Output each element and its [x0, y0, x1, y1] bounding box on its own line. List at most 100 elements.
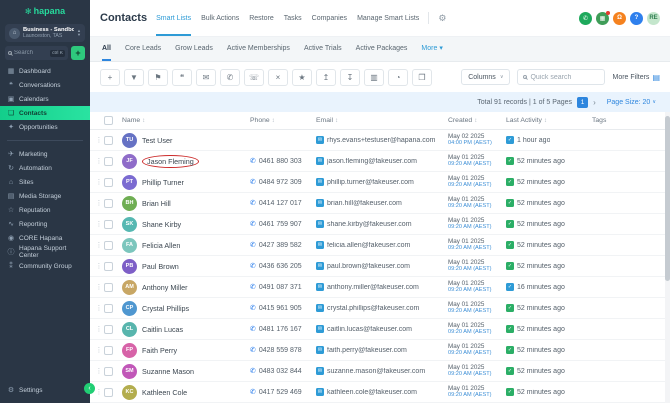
- row-menu-icon[interactable]: ⋮: [94, 199, 104, 207]
- row-checkbox[interactable]: [104, 367, 113, 376]
- tab-restore[interactable]: Restore: [249, 0, 274, 36]
- contact-phone[interactable]: ✆0461 759 907: [250, 220, 316, 228]
- table-row[interactable]: ⋮SKShane Kirby✆0461 759 907✉shane.kirby@…: [90, 214, 670, 235]
- contact-phone[interactable]: ✆0427 389 582: [250, 241, 316, 249]
- vertical-scrollbar[interactable]: [665, 112, 670, 403]
- help-icon[interactable]: ?: [630, 12, 643, 25]
- call-icon[interactable]: ✆: [579, 12, 592, 25]
- sidebar-item-reputation[interactable]: ☆Reputation: [0, 203, 90, 217]
- contact-name[interactable]: Anthony Miller: [142, 283, 188, 292]
- sidebar-item-settings[interactable]: ⚙ Settings: [0, 383, 90, 397]
- contact-phone[interactable]: ✆0491 087 371: [250, 283, 316, 291]
- sidebar-item-conversations[interactable]: ❝Conversations: [0, 78, 90, 92]
- megaphone-button[interactable]: ⚑: [148, 69, 168, 86]
- row-checkbox[interactable]: [104, 178, 113, 187]
- row-menu-icon[interactable]: ⋮: [94, 304, 104, 312]
- row-checkbox[interactable]: [104, 388, 113, 397]
- table-row[interactable]: ⋮FAFelicia Allen✆0427 389 582✉felicia.al…: [90, 235, 670, 256]
- contact-name[interactable]: Felicia Allen: [142, 241, 180, 250]
- contact-email[interactable]: ✉caitlin.lucas@fakeuser.com: [316, 325, 448, 333]
- column-header-phone[interactable]: Phone↕: [250, 117, 316, 124]
- column-header-last-activity[interactable]: Last Activity↕: [506, 117, 592, 124]
- filter-button[interactable]: ▼: [124, 69, 144, 86]
- contact-email[interactable]: ✉felicia.allen@fakeuser.com: [316, 241, 448, 249]
- subtab-core-leads[interactable]: Core Leads: [125, 37, 161, 61]
- call-add-button[interactable]: ✆: [220, 69, 240, 86]
- select-all-checkbox[interactable]: [104, 116, 113, 125]
- sidebar-item-reporting[interactable]: ∿Reporting: [0, 217, 90, 231]
- row-menu-icon[interactable]: ⋮: [94, 262, 104, 270]
- quick-search-box[interactable]: [517, 69, 605, 85]
- table-row[interactable]: ⋮SMSuzanne Mason✆0483 032 844✉suzanne.ma…: [90, 361, 670, 382]
- sort-icon[interactable]: ↕: [474, 118, 477, 124]
- contact-name[interactable]: Phillip Turner: [142, 178, 184, 187]
- search-input[interactable]: [14, 50, 48, 56]
- table-row[interactable]: ⋮BHBrian Hill✆0414 127 017✉brian.hill@fa…: [90, 193, 670, 214]
- tab-bulk-actions[interactable]: Bulk Actions: [201, 0, 239, 36]
- contact-name[interactable]: Faith Perry: [142, 346, 177, 355]
- column-header-tags[interactable]: Tags: [592, 117, 670, 124]
- tab-tasks[interactable]: Tasks: [284, 0, 302, 36]
- tab-companies[interactable]: Companies: [312, 0, 347, 36]
- sidebar-item-opportunities[interactable]: ✦Opportunities: [0, 120, 90, 134]
- row-checkbox[interactable]: [104, 325, 113, 334]
- business-apps-icon[interactable]: ▦: [596, 12, 609, 25]
- copy-button[interactable]: ❐: [412, 69, 432, 86]
- quick-search-input[interactable]: [530, 74, 599, 81]
- column-header-email[interactable]: Email↕: [316, 117, 448, 124]
- sidebar-item-dashboard[interactable]: ▦Dashboard: [0, 64, 90, 78]
- table-row[interactable]: ⋮PBPaul Brown✆0436 636 205✉paul.brown@fa…: [90, 256, 670, 277]
- call-remove-button[interactable]: ☏: [244, 69, 264, 86]
- column-header-name[interactable]: Name↕: [122, 117, 250, 124]
- subtab-active-packages[interactable]: Active Packages: [356, 37, 408, 61]
- tab-manage-smart-lists[interactable]: Manage Smart Lists: [357, 0, 419, 36]
- sort-icon[interactable]: ↕: [272, 118, 275, 124]
- quick-add-button[interactable]: +: [71, 46, 85, 60]
- star-button[interactable]: ★: [292, 69, 312, 86]
- download-button[interactable]: ↧: [340, 69, 360, 86]
- row-menu-icon[interactable]: ⋮: [94, 241, 104, 249]
- columns-dropdown[interactable]: Columns ∨: [461, 69, 510, 85]
- row-checkbox[interactable]: [104, 157, 113, 166]
- row-menu-icon[interactable]: ⋮: [94, 220, 104, 228]
- contact-email[interactable]: ✉rhys.evans+testuser@hapana.com: [316, 136, 448, 144]
- row-menu-icon[interactable]: ⋮: [94, 283, 104, 291]
- more-filters-button[interactable]: More Filters ▤: [612, 73, 660, 82]
- contact-phone[interactable]: ✆0428 559 878: [250, 346, 316, 354]
- sidebar-item-marketing[interactable]: ✈Marketing: [0, 147, 90, 161]
- contact-phone[interactable]: ✆0414 127 017: [250, 199, 316, 207]
- email-button[interactable]: ✉: [196, 69, 216, 86]
- table-row[interactable]: ⋮JFJason Fleming✆0461 880 303✉jason.flem…: [90, 151, 670, 172]
- tab-smart-lists[interactable]: Smart Lists: [156, 0, 191, 36]
- upload-button[interactable]: ↥: [316, 69, 336, 86]
- sidebar-item-contacts[interactable]: ❏Contacts: [0, 106, 90, 120]
- row-menu-icon[interactable]: ⋮: [94, 388, 104, 396]
- contact-phone[interactable]: ✆0481 176 167: [250, 325, 316, 333]
- contact-email[interactable]: ✉crystal.phillips@fakeuser.com: [316, 304, 448, 312]
- row-menu-icon[interactable]: ⋮: [94, 346, 104, 354]
- sidebar-collapse-button[interactable]: ‹: [84, 383, 95, 394]
- subtab-active-trials[interactable]: Active Trials: [304, 37, 342, 61]
- table-row[interactable]: ⋮KCKathleen Cole✆0417 529 469✉kathleen.c…: [90, 382, 670, 403]
- contact-phone[interactable]: ✆0483 032 844: [250, 367, 316, 375]
- sidebar-item-support-center[interactable]: ⓘHapana Support Center: [0, 245, 90, 259]
- subtab-more[interactable]: More ▾: [421, 37, 442, 61]
- contact-name[interactable]: Jason Fleming: [142, 155, 199, 168]
- row-checkbox[interactable]: [104, 304, 113, 313]
- contacts-settings-gear-icon[interactable]: ⚙: [438, 13, 446, 24]
- sidebar-item-community-group[interactable]: ⁑Community Group: [0, 259, 90, 273]
- row-menu-icon[interactable]: ⋮: [94, 157, 104, 165]
- row-checkbox[interactable]: [104, 241, 113, 250]
- contact-email[interactable]: ✉suzanne.mason@fakeuser.com: [316, 367, 448, 375]
- table-row[interactable]: ⋮CPCrystal Phillips✆0415 961 905✉crystal…: [90, 298, 670, 319]
- notifications-icon[interactable]: Ω: [613, 12, 626, 25]
- row-checkbox[interactable]: [104, 199, 113, 208]
- contact-email[interactable]: ✉paul.brown@fakeuser.com: [316, 262, 448, 270]
- contact-name[interactable]: Test User: [142, 136, 172, 145]
- sidebar-search-box[interactable]: ctrl K: [5, 46, 68, 60]
- contact-email[interactable]: ✉brian.hill@fakeuser.com: [316, 199, 448, 207]
- column-header-created[interactable]: Created↕: [448, 117, 506, 124]
- contact-name[interactable]: Paul Brown: [142, 262, 179, 271]
- subtab-active-memberships[interactable]: Active Memberships: [227, 37, 290, 61]
- sidebar-item-media-storage[interactable]: ▤Media Storage: [0, 189, 90, 203]
